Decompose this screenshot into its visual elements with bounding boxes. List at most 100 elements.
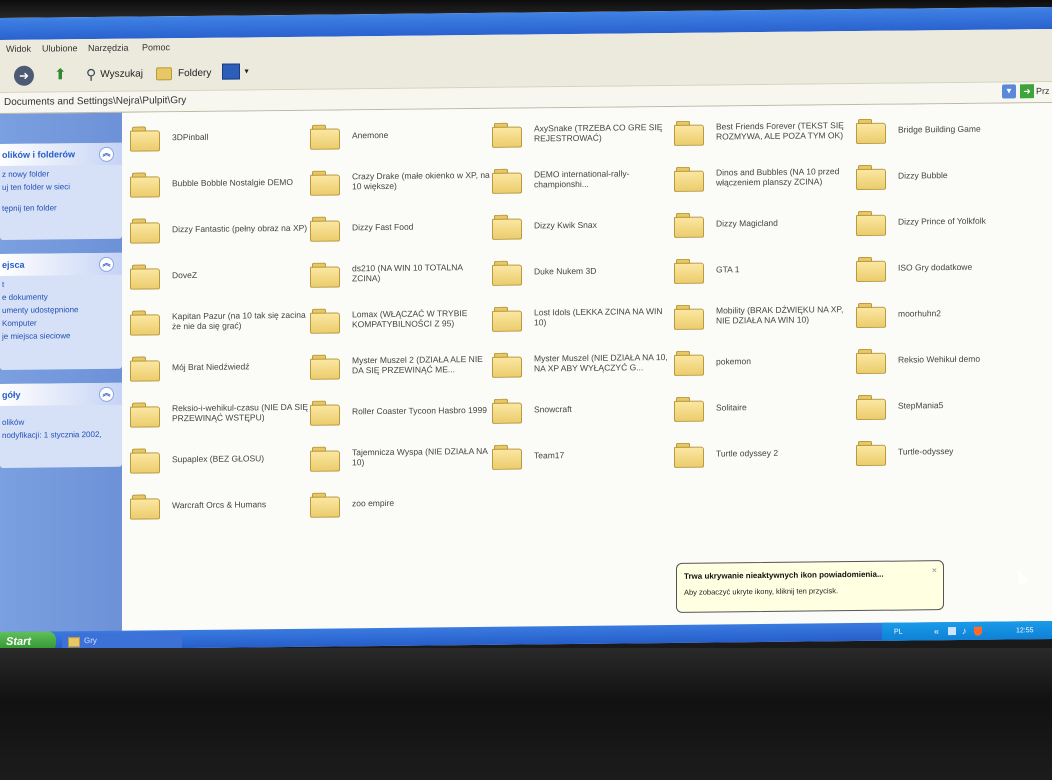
panel-other-places-header[interactable]: ejsca ︽ <box>0 252 122 276</box>
folder-item[interactable]: Dizzy Bubble <box>856 161 1036 189</box>
close-icon[interactable]: × <box>932 565 937 575</box>
folder-item[interactable]: Best Friends Forever (TEKST SIĘ ROZMYWA,… <box>674 117 854 145</box>
task-share-folder[interactable]: tępnij ten folder <box>2 203 122 213</box>
folder-item[interactable]: Solitaire <box>674 393 854 421</box>
folder-label: DoveZ <box>172 269 198 281</box>
panel-details-header[interactable]: góły ︽ <box>0 382 122 406</box>
panel-details: góły ︽ olików nodyfikacji: 1 stycznia 20… <box>0 382 122 468</box>
task-new-folder[interactable]: z nowy folder <box>2 169 122 178</box>
go-arrow-icon: ➜ <box>1020 84 1034 99</box>
notification-balloon[interactable]: Trwa ukrywanie nieaktywnych ikon powiado… <box>676 560 944 613</box>
folder-icon <box>856 347 886 373</box>
folder-item[interactable]: Duke Nukem 3D <box>492 257 672 285</box>
balloon-title: Trwa ukrywanie nieaktywnych ikon powiado… <box>684 569 884 581</box>
panel-other-places: ejsca ︽ t e dokumenty umenty udostępnion… <box>0 252 122 370</box>
folder-item[interactable]: Team17 <box>492 441 672 469</box>
folder-item[interactable]: Turtle-odyssey <box>856 437 1036 465</box>
folder-item[interactable]: AxySnake (TRZEBA CO GRE SIĘ REJESTROWAĆ) <box>492 119 672 147</box>
folder-label: Lost Idols (LEKKA ZCINA NA WIN 10) <box>534 306 663 328</box>
start-label: Start <box>6 635 32 648</box>
shield-icon[interactable] <box>974 626 982 636</box>
folder-item[interactable]: Snowcraft <box>492 395 672 423</box>
folder-item[interactable]: StepMania5 <box>856 391 1036 419</box>
folder-item[interactable]: Bridge Building Game <box>856 115 1036 143</box>
search-label: Wyszukaj <box>100 68 143 80</box>
folder-item[interactable]: Bubble Bobble Nostalgie DEMO <box>130 169 310 197</box>
folder-item[interactable]: Dinos and Bubbles (NA 10 przed włączenie… <box>674 163 854 191</box>
folder-item[interactable]: DEMO international-rally-championshi... <box>492 165 672 193</box>
folder-item[interactable]: Turtle odyssey 2 <box>674 439 854 467</box>
collapse-icon[interactable]: ︽ <box>99 256 114 272</box>
folder-icon <box>492 213 522 239</box>
folder-item[interactable]: Lost Idols (LEKKA ZCINA NA WIN 10) <box>492 303 672 331</box>
menu-favorites[interactable]: Ulubione <box>42 43 78 53</box>
folder-item[interactable]: pokemon <box>674 347 854 375</box>
folder-item[interactable]: Reksio-i-wehikul-czasu (NIE DA SIĘ PRZEW… <box>130 399 310 427</box>
taskbar-window-button[interactable]: Gry <box>62 632 182 650</box>
folder-icon <box>310 214 340 240</box>
panel-file-tasks-header[interactable]: olików i folderów ︽ <box>0 142 122 166</box>
folder-label: Dizzy Magicland <box>716 217 778 229</box>
forward-button[interactable]: ➜ <box>14 65 34 86</box>
folder-item[interactable]: Dizzy Prince of Yolkfolk <box>856 207 1036 235</box>
folder-item[interactable]: Anemone <box>310 121 490 149</box>
folder-item[interactable]: Warcraft Orcs & Humans <box>130 491 310 519</box>
folder-icon <box>674 303 704 329</box>
folder-item[interactable]: DoveZ <box>130 261 310 289</box>
go-button[interactable]: ➜ Prz <box>1020 84 1050 99</box>
folder-label: Reksio-i-wehikul-czasu (NIE DA SIĘ PRZEW… <box>172 401 309 424</box>
folder-item[interactable]: moorhuhn2 <box>856 299 1036 327</box>
place-my-documents[interactable]: e dokumenty <box>2 292 122 301</box>
address-dropdown-button[interactable]: ▼ <box>1002 84 1016 99</box>
menu-view[interactable]: Widok <box>6 44 31 54</box>
up-folder-button[interactable]: ⬆ <box>54 65 72 83</box>
folder-item[interactable]: Dizzy Fast Food <box>310 213 490 241</box>
folder-item[interactable]: Dizzy Magicland <box>674 209 854 237</box>
volume-icon[interactable]: ♪ <box>962 626 967 636</box>
folder-item[interactable]: Dizzy Kwik Snax <box>492 211 672 239</box>
folder-item[interactable]: Tajemnicza Wyspa (NIE DZIAŁA NA 10) <box>310 443 490 471</box>
folder-item[interactable]: GTA 1 <box>674 255 854 283</box>
folder-item[interactable]: 3DPinball <box>130 123 310 151</box>
folder-label: Mój Brat Niedźwiedź <box>172 361 250 373</box>
folder-item[interactable]: Myster Muszel (NIE DZIAŁA NA 10, NA XP A… <box>492 349 672 377</box>
views-button[interactable]: ▼ <box>222 61 250 81</box>
folder-item[interactable]: Myster Muszel 2 (DZIAŁA ALE NIE DA SIĘ P… <box>310 351 490 379</box>
folder-item[interactable]: Mój Brat Niedźwiedź <box>130 353 310 381</box>
collapse-icon[interactable]: ︽ <box>99 386 114 402</box>
laptop-keyboard-area <box>0 648 1052 780</box>
folders-button[interactable]: Foldery <box>156 64 211 83</box>
task-publish-folder[interactable]: uj ten folder w sieci <box>2 182 122 192</box>
place-desktop[interactable]: t <box>2 279 122 289</box>
language-indicator[interactable]: PL <box>894 629 903 636</box>
collapse-icon[interactable]: ︽ <box>99 146 114 162</box>
folder-item[interactable]: Kapitan Pazur (na 10 tak się zacina że n… <box>130 307 310 335</box>
folder-view: 3DPinball Anemone AxySnake (TRZEBA CO GRE … <box>122 102 1052 633</box>
folder-item[interactable]: Roller Coaster Tycoon Hasbro 1999 <box>310 397 490 425</box>
folder-item[interactable]: Lomax (WŁĄCZAĆ W TRYBIE KOMPATYBILNOŚCI … <box>310 305 490 333</box>
place-shared-documents[interactable]: umenty udostępnione <box>2 305 122 315</box>
menu-tools[interactable]: Narzędzia <box>88 43 129 53</box>
folder-item[interactable]: Mobility (BRAK DŹWIĘKU NA XP, NIE DZIAŁA… <box>674 301 854 329</box>
folder-item[interactable]: ds210 (NA WIN 10 TOTALNA ZCINA) <box>310 259 490 287</box>
folder-item[interactable]: Supaplex (BEZ GŁOSU) <box>130 445 310 473</box>
folder-item[interactable]: Crazy Drake (małe okienko w XP, na 10 wi… <box>310 167 490 195</box>
folder-item[interactable]: Dizzy Fantastic (pełny obraz na XP) <box>130 215 310 243</box>
search-button[interactable]: ⚲ Wyszukaj <box>86 65 143 84</box>
clock[interactable]: 12:55 <box>1016 627 1034 634</box>
place-my-computer[interactable]: Komputer <box>2 318 122 328</box>
folder-item[interactable]: Reksio Wehikuł demo <box>856 345 1036 373</box>
network-icon[interactable] <box>948 626 956 636</box>
folder-item[interactable]: ISO Gry dodatkowe <box>856 253 1036 281</box>
system-tray: PL « ♪ 12:55 <box>882 620 1052 643</box>
place-network[interactable]: je miejsca sieciowe <box>2 331 122 341</box>
menu-help[interactable]: Pomoc <box>142 42 170 52</box>
folder-label: Kapitan Pazur (na 10 tak się zacina że n… <box>172 309 306 332</box>
folder-label: 3DPinball <box>172 131 209 143</box>
folder-icon <box>492 121 522 147</box>
show-hidden-icons-button[interactable]: « <box>934 626 939 636</box>
folder-label: Team17 <box>534 450 565 461</box>
folder-icon <box>310 260 340 286</box>
folder-label: zoo empire <box>352 497 395 509</box>
folder-item[interactable]: zoo empire <box>310 489 490 517</box>
